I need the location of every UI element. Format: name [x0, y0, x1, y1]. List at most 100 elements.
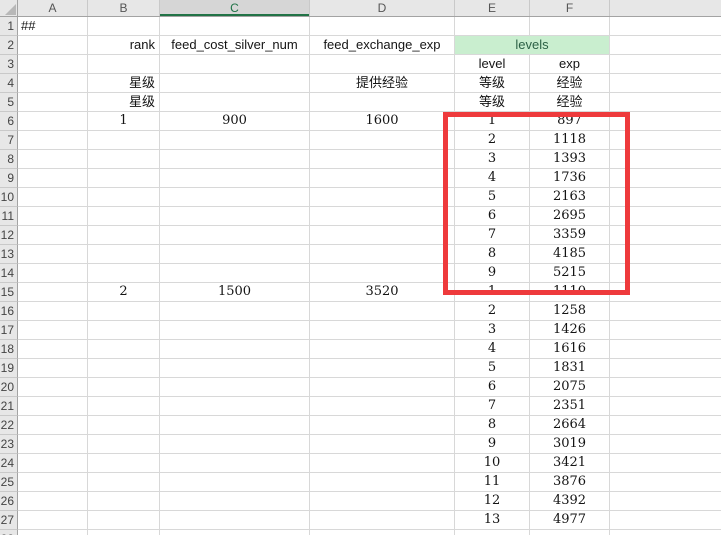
cell-C26[interactable] — [160, 492, 310, 511]
cell-D6[interactable]: 1600 — [310, 112, 455, 131]
cell-E3[interactable]: level — [455, 55, 530, 74]
row-header-1[interactable]: 1 — [0, 17, 18, 36]
cell-A25[interactable] — [18, 473, 88, 492]
cell-F4[interactable]: 经验 — [530, 74, 610, 93]
cell-D25[interactable] — [310, 473, 455, 492]
cell-A13[interactable] — [18, 245, 88, 264]
cell-G27[interactable] — [610, 511, 721, 530]
row-header-14[interactable]: 14 — [0, 264, 18, 283]
cell-C5[interactable] — [160, 93, 310, 112]
row-header-15[interactable]: 15 — [0, 283, 18, 302]
row-header-6[interactable]: 6 — [0, 112, 18, 131]
cell-D11[interactable] — [310, 207, 455, 226]
cell-B18[interactable] — [88, 340, 160, 359]
cell-F22[interactable]: 2664 — [530, 416, 610, 435]
cell-E22[interactable]: 8 — [455, 416, 530, 435]
cell-E18[interactable]: 4 — [455, 340, 530, 359]
cell-A18[interactable] — [18, 340, 88, 359]
cell-A6[interactable] — [18, 112, 88, 131]
column-header-D[interactable]: D — [310, 0, 455, 16]
cell-G13[interactable] — [610, 245, 721, 264]
cell-F26[interactable]: 4392 — [530, 492, 610, 511]
column-header-F[interactable]: F — [530, 0, 610, 16]
column-header-offscreen[interactable] — [610, 0, 721, 16]
cell-D18[interactable] — [310, 340, 455, 359]
cell-D20[interactable] — [310, 378, 455, 397]
cell-D3[interactable] — [310, 55, 455, 74]
cell-F13[interactable]: 4185 — [530, 245, 610, 264]
cell-A23[interactable] — [18, 435, 88, 454]
cell-B7[interactable] — [88, 131, 160, 150]
cell-B5[interactable]: 星级 — [88, 93, 160, 112]
cell-G15[interactable] — [610, 283, 721, 302]
cell-G8[interactable] — [610, 150, 721, 169]
column-header-C[interactable]: C — [160, 0, 310, 16]
row-header-21[interactable]: 21 — [0, 397, 18, 416]
row-header-8[interactable]: 8 — [0, 150, 18, 169]
cell-E6[interactable]: 1 — [455, 112, 530, 131]
row-header-20[interactable]: 20 — [0, 378, 18, 397]
cell-F1[interactable] — [530, 17, 610, 36]
cell-E17[interactable]: 3 — [455, 321, 530, 340]
cell-A24[interactable] — [18, 454, 88, 473]
cell-A26[interactable] — [18, 492, 88, 511]
cell-A8[interactable] — [18, 150, 88, 169]
cell-F16[interactable]: 1258 — [530, 302, 610, 321]
cell-B23[interactable] — [88, 435, 160, 454]
cell-E2-levels-merged[interactable]: levels — [455, 36, 610, 55]
cell-G20[interactable] — [610, 378, 721, 397]
row-header-18[interactable]: 18 — [0, 340, 18, 359]
cell-D4[interactable]: 提供经验 — [310, 74, 455, 93]
cell-D8[interactable] — [310, 150, 455, 169]
cell-G3[interactable] — [610, 55, 721, 74]
cell-C1[interactable] — [160, 17, 310, 36]
cell-G26[interactable] — [610, 492, 721, 511]
cell-F8[interactable]: 1393 — [530, 150, 610, 169]
cell-B10[interactable] — [88, 188, 160, 207]
cell-D14[interactable] — [310, 264, 455, 283]
cell-F24[interactable]: 3421 — [530, 454, 610, 473]
cell-B9[interactable] — [88, 169, 160, 188]
cell-G9[interactable] — [610, 169, 721, 188]
row-header-2[interactable]: 2 — [0, 36, 18, 55]
cell-D13[interactable] — [310, 245, 455, 264]
cell-E10[interactable]: 5 — [455, 188, 530, 207]
cell-G7[interactable] — [610, 131, 721, 150]
cell-D1[interactable] — [310, 17, 455, 36]
cell-A4[interactable] — [18, 74, 88, 93]
cell-B19[interactable] — [88, 359, 160, 378]
cell-C18[interactable] — [160, 340, 310, 359]
cell-D15[interactable]: 3520 — [310, 283, 455, 302]
cell-B24[interactable] — [88, 454, 160, 473]
cell-F12[interactable]: 3359 — [530, 226, 610, 245]
cell-B2[interactable]: rank — [88, 36, 160, 55]
cell-D21[interactable] — [310, 397, 455, 416]
cell-C8[interactable] — [160, 150, 310, 169]
cell-C16[interactable] — [160, 302, 310, 321]
cell-E25[interactable]: 11 — [455, 473, 530, 492]
cell-E8[interactable]: 3 — [455, 150, 530, 169]
cell-B22[interactable] — [88, 416, 160, 435]
cell-E27[interactable]: 13 — [455, 511, 530, 530]
cell-E5[interactable]: 等级 — [455, 93, 530, 112]
cell-A5[interactable] — [18, 93, 88, 112]
cell-C14[interactable] — [160, 264, 310, 283]
cell-G25[interactable] — [610, 473, 721, 492]
cell-D24[interactable] — [310, 454, 455, 473]
cell-G12[interactable] — [610, 226, 721, 245]
cell-F10[interactable]: 2163 — [530, 188, 610, 207]
row-header-5[interactable]: 5 — [0, 93, 18, 112]
cell-G1[interactable] — [610, 17, 721, 36]
cell-E16[interactable]: 2 — [455, 302, 530, 321]
cell-C21[interactable] — [160, 397, 310, 416]
cell-D19[interactable] — [310, 359, 455, 378]
row-header-4[interactable]: 4 — [0, 74, 18, 93]
cell-D12[interactable] — [310, 226, 455, 245]
cell-C9[interactable] — [160, 169, 310, 188]
cell-C19[interactable] — [160, 359, 310, 378]
cell-E21[interactable]: 7 — [455, 397, 530, 416]
cell-E23[interactable]: 9 — [455, 435, 530, 454]
cell-B20[interactable] — [88, 378, 160, 397]
cell-B11[interactable] — [88, 207, 160, 226]
cell-A14[interactable] — [18, 264, 88, 283]
